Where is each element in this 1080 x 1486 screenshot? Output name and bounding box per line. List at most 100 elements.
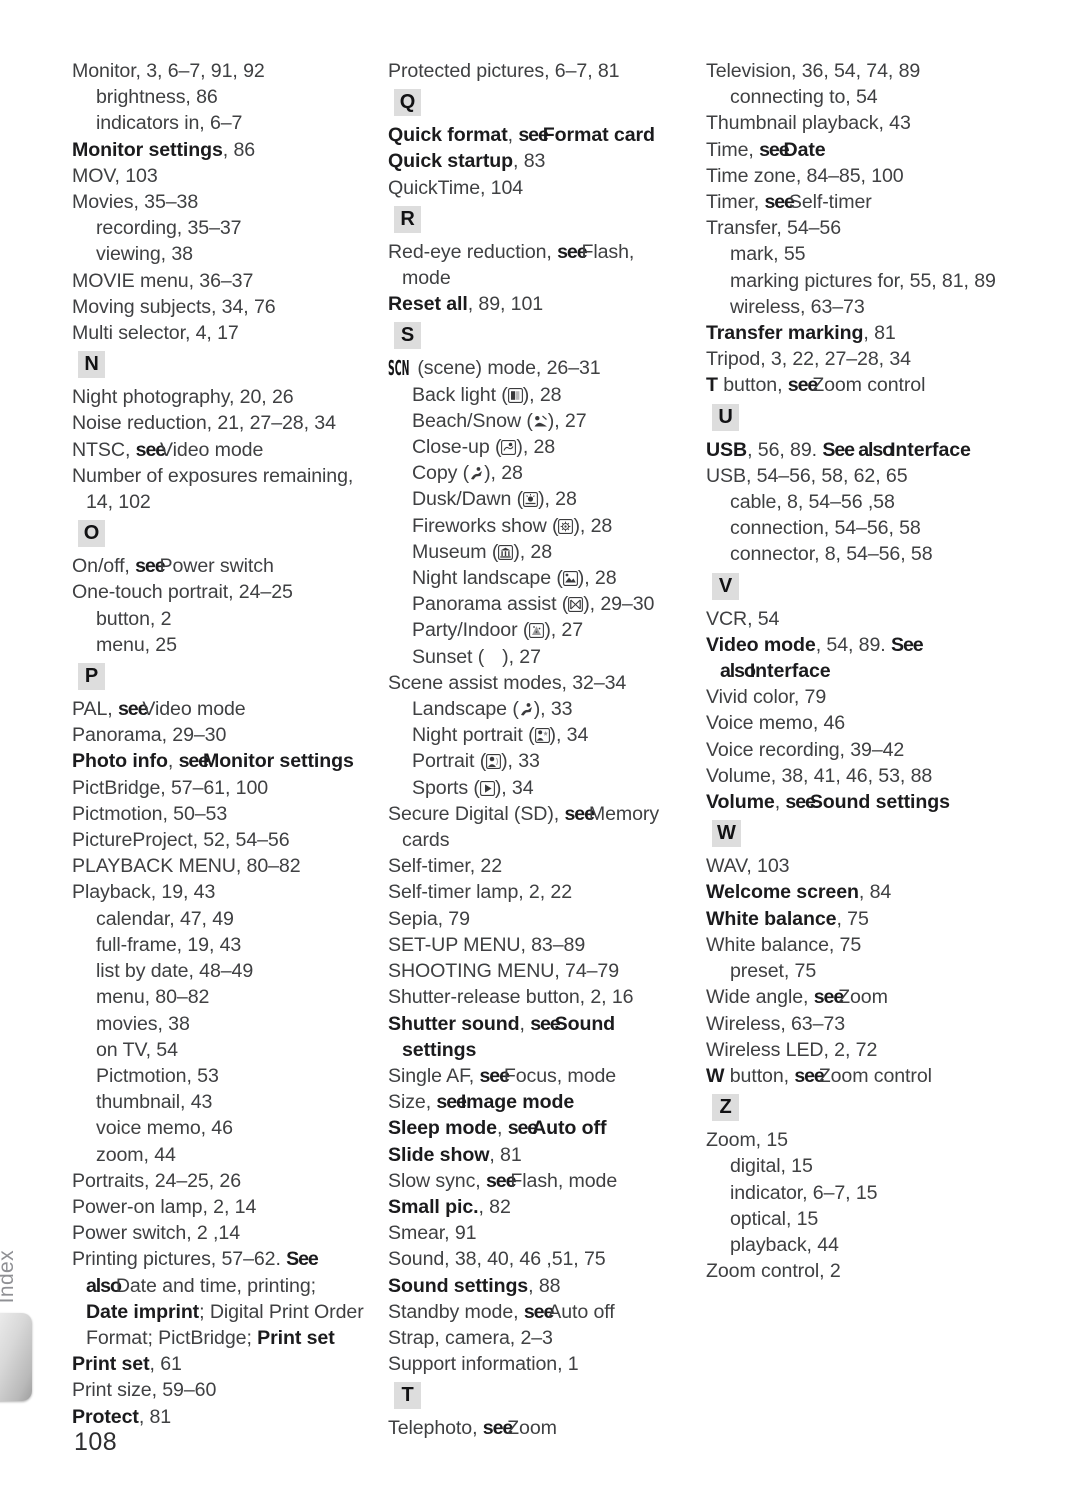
index-entry: Monitor, 3, 6–7, 91, 92 [72, 60, 265, 82]
index-entry: White balance, 75 [706, 933, 862, 956]
index-entry: optical, 15 [730, 1207, 819, 1230]
index-entry: Panorama assist (), 29–30 [412, 593, 655, 616]
dusk-dawn-icon [523, 492, 539, 508]
index-letter-heading: U [706, 399, 1006, 437]
landscape-icon [519, 702, 534, 717]
index-letter-heading: N [72, 346, 372, 384]
index-entry: Landscape (), 33 [412, 698, 573, 721]
portrait-icon [486, 754, 502, 770]
index-entry: Shutter-release button, 2, 16 [388, 986, 634, 1009]
index-entry: Moving subjects, 34, 76 [72, 295, 276, 318]
index-entry: connecting to, 54 [730, 86, 878, 109]
index-entry: Volume, 38, 41, 46, 53, 88 [706, 764, 933, 787]
index-entry: Quick startup, 83 [388, 150, 546, 173]
index-entry: connection, 54–56, 58 [730, 517, 921, 540]
index-entry: Multi selector, 4, 17 [72, 322, 239, 345]
index-entry: SET-UP MENU, 83–89 [388, 933, 586, 956]
index-entry: Shutter sound, seeSound [388, 1012, 616, 1035]
index-entry: Wireless, 63–73 [706, 1012, 845, 1035]
index-letter-heading: S [388, 317, 688, 355]
index-entry: Zoom, 15 [706, 1129, 788, 1152]
index-entry: Movies, 35–38 [72, 191, 199, 214]
index-entry: marking pictures for, 55, 81, 89 [730, 269, 996, 292]
see-reference: See [286, 1248, 319, 1271]
index-entry: Sound settings, 88 [388, 1274, 561, 1297]
index-column-1: Monitor, 3, 6–7, 91, 92 brightness, 86 ind… [72, 58, 372, 1430]
index-entry: Sports (), 34 [412, 776, 534, 799]
index-entry: NTSC, seeVideo mode [72, 438, 264, 461]
index-entry: digital, 15 [730, 1155, 813, 1178]
index-entry: full-frame, 19, 43 [96, 933, 242, 956]
beach-snow-icon [533, 414, 548, 429]
panorama-assist-icon [568, 597, 584, 613]
index-entry: zoom, 44 [96, 1143, 176, 1166]
letter-badge-r: R [394, 205, 421, 233]
index-entry: Portrait (), 33 [412, 750, 540, 773]
index-entry: menu, 25 [96, 633, 177, 656]
index-letter-heading: R [388, 201, 688, 239]
index-entry: connector, 8, 54–56, 58 [730, 543, 933, 566]
index-entry: Protected pictures, 6–7, 81 [388, 60, 620, 82]
index-entry: indicator, 6–7, 15 [730, 1181, 878, 1204]
party-indoor-icon [529, 623, 545, 639]
index-letter-heading: O [72, 515, 372, 553]
index-entry: Wireless LED, 2, 72 [706, 1038, 878, 1061]
index-entry: Sleep mode, seeAuto off [388, 1117, 607, 1140]
index-entry: Close-up (), 28 [412, 436, 556, 459]
index-entry: Protect, 81 [72, 1405, 172, 1428]
letter-badge-n: N [78, 351, 105, 379]
letter-badge-s: S [394, 322, 421, 350]
index-columns: Monitor, 3, 6–7, 91, 92 brightness, 86 ind… [0, 0, 1080, 1486]
index-entry: Wide angle, seeZoom [706, 986, 888, 1009]
index-entry: Sepia, 79 [388, 907, 470, 930]
see-reference: See also [822, 438, 894, 461]
index-entry: Video mode, 54, 89. See [706, 633, 924, 656]
index-entry: preset, 75 [730, 960, 817, 983]
index-entry: Vivid color, 79 [706, 686, 827, 709]
index-entry: PictureProject, 52, 54–56 [72, 829, 290, 852]
index-entry: Secure Digital (SD), seeMemory [388, 802, 660, 825]
index-entry: Party/Indoor (), 27 [412, 619, 584, 642]
index-entry: voice memo, 46 [96, 1117, 233, 1140]
index-entry: alsoInterface [720, 660, 831, 683]
index-entry: Fireworks show (), 28 [412, 514, 613, 537]
index-entry: 14, 102 [86, 491, 151, 514]
sunset-icon-missing [484, 648, 502, 663]
index-entry: mode [402, 267, 451, 290]
index-entry: USB, 56, 89. See alsoInterface [706, 438, 971, 461]
index-entry: VCR, 54 [706, 607, 780, 630]
index-entry: PAL, seeVideo mode [72, 698, 246, 721]
index-entry: Time, seeDate [706, 138, 826, 161]
index-entry: Strap, camera, 2–3 [388, 1326, 553, 1349]
index-entry: Smear, 91 [388, 1222, 477, 1245]
index-entry: Standby mode, seeAuto off [388, 1300, 615, 1323]
index-entry: calendar, 47, 49 [96, 907, 234, 930]
index-entry: on TV, 54 [96, 1038, 178, 1061]
index-entry: Pictmotion, 50–53 [72, 802, 228, 825]
index-entry: MOV, 103 [72, 164, 158, 187]
letter-badge-p: P [78, 663, 105, 691]
letter-badge-v: V [712, 572, 739, 600]
index-entry: Single AF, seeFocus, mode [388, 1064, 617, 1087]
index-entry: Format; PictBridge; Print set [86, 1326, 335, 1349]
index-entry: indicators in, 6–7 [96, 112, 243, 135]
index-entry: Pictmotion, 53 [96, 1064, 219, 1087]
index-entry: alsoDate and time, printing; [86, 1274, 316, 1297]
index-entry: Reset all, 89, 101 [388, 293, 544, 316]
index-entry: Copy (), 28 [412, 462, 523, 485]
index-entry: Self-timer, 22 [388, 855, 503, 878]
index-entry: Playback, 19, 43 [72, 881, 216, 904]
index-letter-heading: T [388, 1377, 688, 1415]
index-entry: Portraits, 24–25, 26 [72, 1169, 242, 1192]
index-entry: Small pic., 82 [388, 1195, 511, 1218]
index-entry: On/off, seePower switch [72, 555, 274, 578]
index-entry: MOVIE menu, 36–37 [72, 269, 254, 292]
index-entry: Welcome screen, 84 [706, 881, 892, 904]
see-reference: See [890, 633, 924, 656]
index-entry: Night landscape (), 28 [412, 567, 617, 590]
index-entry: cards [402, 829, 450, 852]
index-entry: Night portrait (), 34 [412, 724, 589, 747]
index-entry: Telephoto, seeZoom [388, 1417, 557, 1440]
index-entry: Beach/Snow (), 27 [412, 409, 587, 432]
index-entry: Panorama, 29–30 [72, 724, 227, 747]
